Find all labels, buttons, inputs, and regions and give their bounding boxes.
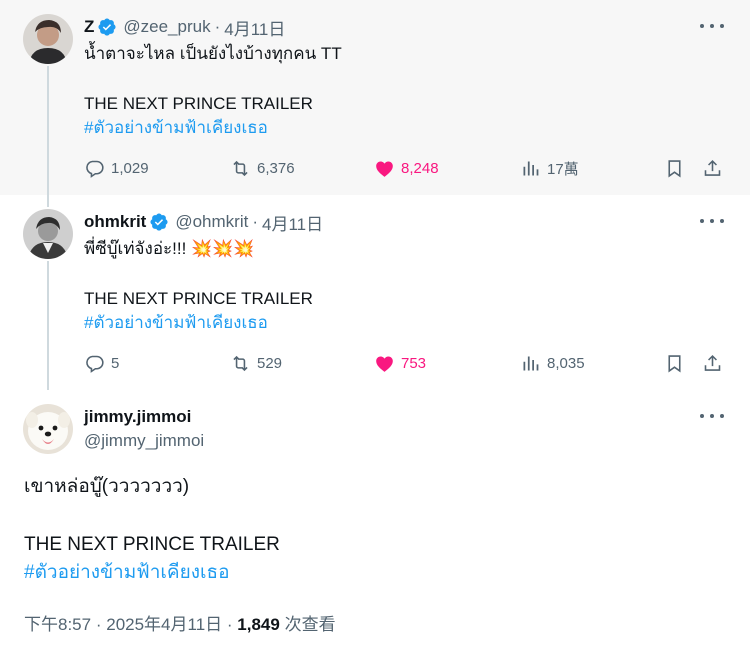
- view-count: 1,849: [237, 615, 280, 634]
- display-name[interactable]: jimmy.jimmoi: [84, 405, 204, 429]
- reply-button[interactable]: 1,029: [84, 155, 149, 181]
- retweet-button[interactable]: 6,376: [230, 155, 295, 181]
- share-button[interactable]: [702, 155, 723, 181]
- reply-button[interactable]: 5: [84, 350, 119, 376]
- retweet-button[interactable]: 529: [230, 350, 282, 376]
- bookmark-icon: [668, 159, 681, 177]
- action-bar: 1,029 6,376 8,248 17萬: [84, 155, 724, 181]
- handle[interactable]: @jimmy_jimmoi: [84, 429, 204, 453]
- text-line: น้ำตาจะไหล เป็นยังไงบ้างทุกคน TT: [84, 44, 342, 63]
- tweet-main: jimmy.jimmoi @jimmy_jimmoi เขาหล่อบู๊(วว…: [0, 390, 750, 654]
- views-icon: [523, 356, 539, 370]
- tweet-meta: 下午8:57 · 2025年4月11日 · 1,849 次查看: [24, 610, 336, 635]
- text-line: THE NEXT PRINCE TRAILER: [84, 289, 313, 308]
- view-count: 8,035: [547, 354, 585, 372]
- separator: ·: [214, 17, 221, 36]
- hashtag-link[interactable]: #ตัวอย่างข้ามฟ้าเคียงเธอ: [84, 311, 704, 335]
- like-button[interactable]: 8,248: [374, 155, 439, 181]
- avatar[interactable]: [23, 209, 73, 259]
- post-date[interactable]: 2025年4月11日: [106, 615, 222, 634]
- tweet-zee[interactable]: Z @zee_pruk · 4月11日 น้ำตาจะไหล เป็นยังไง…: [0, 0, 750, 195]
- retweet-count: 529: [257, 354, 283, 372]
- reply-icon: [86, 160, 104, 178]
- heart-filled-icon: [376, 356, 393, 372]
- timestamp[interactable]: 4月11日: [224, 15, 285, 40]
- thread-connector: [47, 195, 49, 207]
- retweet-icon: [233, 355, 248, 371]
- like-count: 8,248: [401, 159, 439, 177]
- more-icon[interactable]: [700, 407, 724, 425]
- handle[interactable]: @zee_pruk: [123, 17, 210, 37]
- like-button[interactable]: 753: [374, 350, 426, 376]
- timestamp[interactable]: 4月11日: [262, 210, 323, 235]
- tweet-header: Z @zee_pruk · 4月11日: [84, 15, 285, 39]
- separator: ·: [252, 212, 259, 231]
- verified-badge-icon: [150, 213, 168, 231]
- retweet-count: 6,376: [257, 159, 295, 177]
- reply-count: 1,029: [111, 159, 149, 177]
- tweet-header: ohmkrit @ohmkrit · 4月11日: [84, 210, 323, 234]
- share-button[interactable]: [702, 350, 723, 376]
- text-line: THE NEXT PRINCE TRAILER: [24, 534, 280, 555]
- more-icon[interactable]: [700, 17, 724, 35]
- reply-count: 5: [111, 354, 120, 372]
- verified-badge-icon: [98, 18, 116, 36]
- separator: ·: [226, 615, 233, 634]
- bookmark-button[interactable]: [664, 350, 685, 376]
- post-time[interactable]: 下午8:57: [24, 615, 91, 634]
- handle[interactable]: @ohmkrit: [175, 212, 248, 232]
- tweet-ohmkrit[interactable]: ohmkrit @ohmkrit · 4月11日 พี่ซีบู๊เท่จังอ…: [0, 195, 750, 390]
- view-count: 17萬: [547, 160, 579, 178]
- action-bar: 5 529 753 8,035: [84, 350, 724, 376]
- retweet-icon: [233, 160, 248, 176]
- text-line: พี่ซีบู๊เท่จังอ่ะ!!! 💥💥💥: [84, 239, 255, 258]
- reply-icon: [86, 355, 104, 373]
- more-icon[interactable]: [700, 212, 724, 230]
- like-count: 753: [401, 354, 427, 372]
- views-icon: [523, 161, 539, 175]
- display-name[interactable]: ohmkrit: [84, 212, 146, 232]
- thread-connector: [47, 66, 49, 195]
- text-line: THE NEXT PRINCE TRAILER: [84, 94, 313, 113]
- view-label: 次查看: [284, 615, 336, 634]
- tweet-header: jimmy.jimmoi @jimmy_jimmoi: [84, 405, 204, 453]
- heart-filled-icon: [376, 161, 393, 177]
- hashtag-link[interactable]: #ตัวอย่างข้ามฟ้าเคียงเธอ: [84, 116, 704, 140]
- display-name[interactable]: Z: [84, 17, 94, 37]
- views-button[interactable]: 8,035: [520, 350, 585, 376]
- hashtag-link[interactable]: #ตัวอย่างข้ามฟ้าเคียงเธอ: [24, 559, 724, 587]
- avatar[interactable]: [23, 404, 73, 454]
- share-icon: [704, 159, 721, 176]
- share-icon: [704, 354, 721, 371]
- tweet-text: พี่ซีบู๊เท่จังอ่ะ!!! 💥💥💥 THE NEXT PRINCE…: [84, 237, 704, 335]
- separator: ·: [95, 615, 102, 634]
- tweet-text: น้ำตาจะไหล เป็นยังไงบ้างทุกคน TT THE NEX…: [84, 42, 704, 140]
- thread-connector: [47, 261, 49, 390]
- avatar[interactable]: [23, 14, 73, 64]
- bookmark-button[interactable]: [664, 155, 685, 181]
- tweet-text: เขาหล่อบู๊(ววววววว) THE NEXT PRINCE TRAI…: [24, 473, 724, 587]
- bookmark-icon: [668, 354, 681, 372]
- text-line: เขาหล่อบู๊(ววววววว): [24, 476, 190, 497]
- views-button[interactable]: 17萬: [520, 155, 579, 181]
